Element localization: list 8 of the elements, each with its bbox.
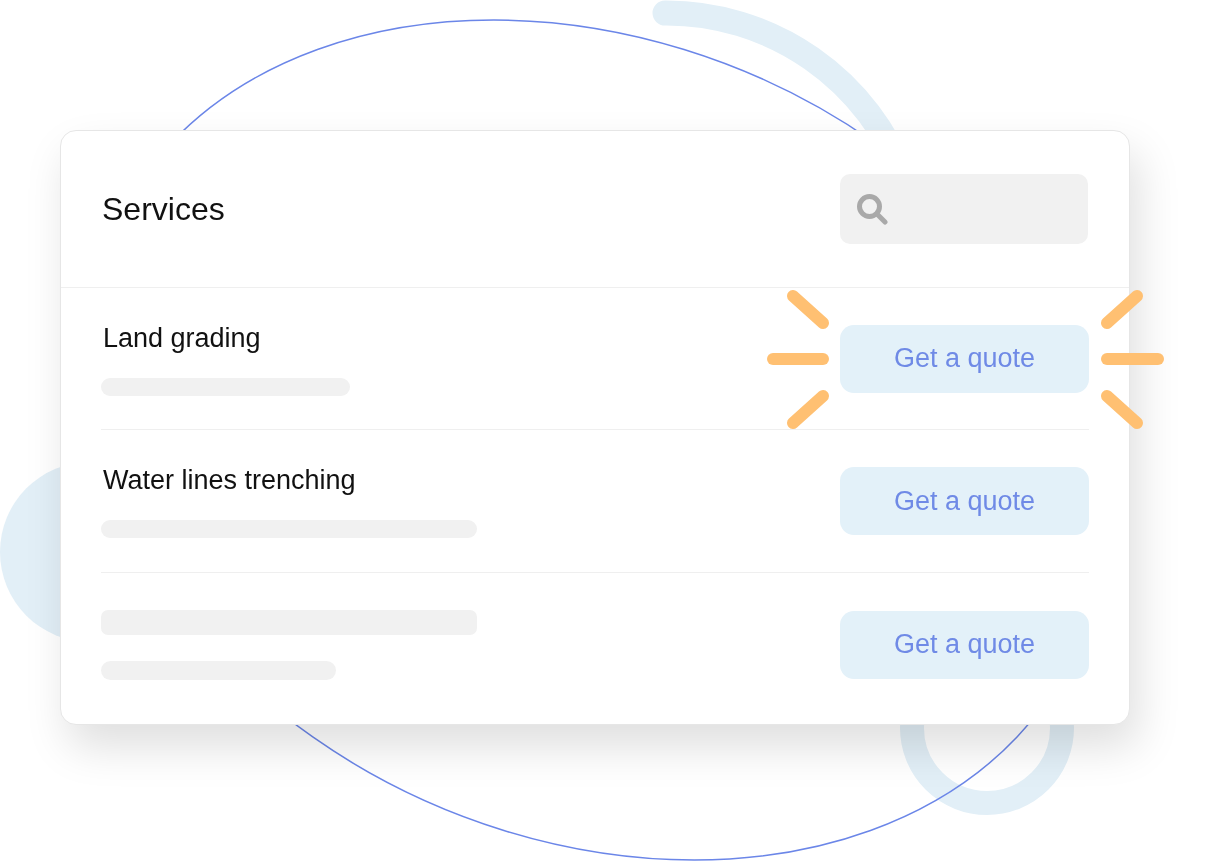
service-name: Land grading (103, 321, 261, 354)
quote-button[interactable]: Get a quote (840, 610, 1089, 679)
service-name: Water lines trenching (103, 464, 356, 496)
quote-button[interactable]: Get a quote (840, 324, 1089, 393)
search-icon (857, 193, 888, 225)
card-title: Services (102, 190, 225, 228)
search-field[interactable] (840, 174, 1088, 244)
quote-button[interactable]: Get a quote (840, 467, 1089, 535)
